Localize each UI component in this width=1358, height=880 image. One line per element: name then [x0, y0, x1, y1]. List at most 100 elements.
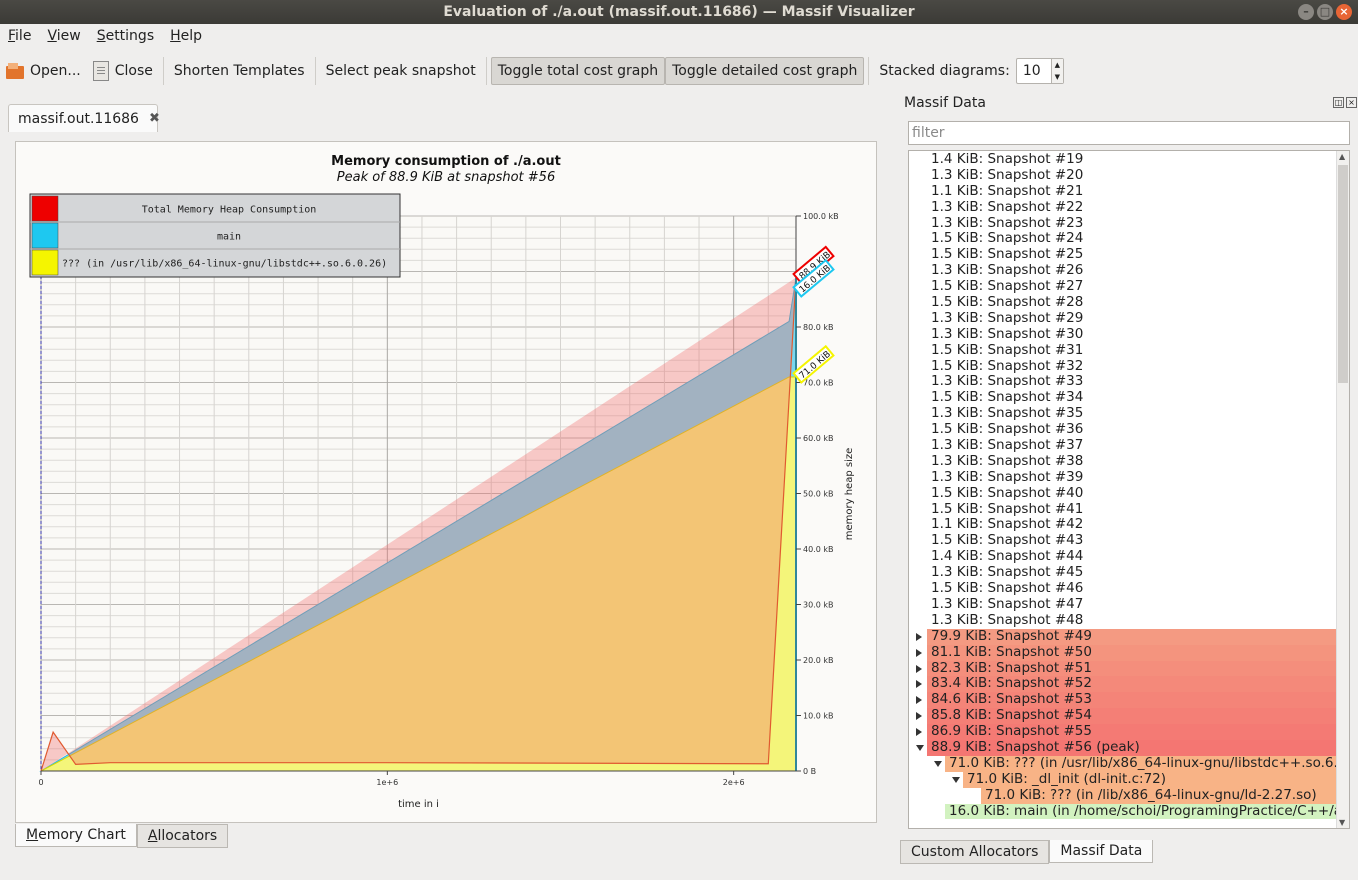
tree-row[interactable]: 1.3 KiB: Snapshot #39 — [909, 470, 1337, 486]
tree-row[interactable]: 1.3 KiB: Snapshot #38 — [909, 454, 1337, 470]
legend-label: ??? (in /usr/lib/x86_64-linux-gnu/libstd… — [62, 259, 387, 270]
tree-row[interactable]: 71.0 KiB: _dl_init (dl-init.c:72) — [909, 771, 1337, 788]
tab-allocators[interactable]: Allocators — [136, 824, 229, 848]
tree-row[interactable]: 1.4 KiB: Snapshot #44 — [909, 549, 1337, 565]
stacked-diagrams-value[interactable]: 10 — [1017, 63, 1051, 79]
tree-row[interactable]: 1.5 KiB: Snapshot #24 — [909, 231, 1337, 247]
maximize-icon[interactable]: □ — [1317, 4, 1333, 20]
tree-row[interactable]: 1.5 KiB: Snapshot #27 — [909, 279, 1337, 295]
tree-row-label: 16.0 KiB: main (in /home/schoi/Programin… — [949, 803, 1337, 819]
tree-row[interactable]: 1.3 KiB: Snapshot #30 — [909, 327, 1337, 343]
legend-swatch — [31, 222, 59, 249]
tree-row[interactable]: 1.5 KiB: Snapshot #25 — [909, 247, 1337, 263]
tree-row[interactable]: 1.3 KiB: Snapshot #35 — [909, 406, 1337, 422]
spinbox-arrows[interactable]: ▲ ▼ — [1050, 59, 1063, 83]
y-axis-label: memory heap size — [844, 448, 855, 541]
tree-row[interactable]: 88.9 KiB: Snapshot #56 (peak) — [909, 739, 1337, 756]
tree-row[interactable]: 16.0 KiB: main (in /home/schoi/Programin… — [909, 803, 1337, 820]
tree-scrollbar[interactable]: ▲ ▼ — [1336, 151, 1349, 828]
expand-right-icon[interactable] — [916, 648, 922, 657]
tab-memory-chart[interactable]: Memory Chart — [15, 824, 137, 847]
tree-row[interactable]: 71.0 KiB: ??? (in /usr/lib/x86_64-linux-… — [909, 755, 1337, 772]
stacked-diagrams-spinbox[interactable]: 10 ▲ ▼ — [1015, 58, 1064, 84]
expand-right-icon[interactable] — [916, 664, 922, 673]
dock-close-icon[interactable]: × — [1346, 97, 1357, 108]
tree-row-label: 1.3 KiB: Snapshot #29 — [931, 310, 1084, 326]
tree-row[interactable]: 1.5 KiB: Snapshot #28 — [909, 295, 1337, 311]
dock-float-icon[interactable]: ◫ — [1333, 97, 1344, 108]
menu-help[interactable]: Help — [162, 28, 210, 44]
tree-row[interactable]: 1.3 KiB: Snapshot #33 — [909, 374, 1337, 390]
menu-view[interactable]: View — [39, 28, 88, 44]
shorten-templates-button[interactable]: Shorten Templates — [168, 58, 311, 84]
tree-row[interactable]: 1.3 KiB: Snapshot #26 — [909, 263, 1337, 279]
expand-right-icon[interactable] — [916, 680, 922, 689]
close-window-icon[interactable]: × — [1336, 4, 1352, 20]
expand-down-icon[interactable] — [916, 744, 924, 751]
legend-label: Total Memory Heap Consumption — [142, 205, 317, 216]
tab-massif-data[interactable]: Massif Data — [1049, 840, 1154, 863]
tab-custom-allocators[interactable]: Custom Allocators — [900, 840, 1050, 864]
expand-right-icon[interactable] — [916, 712, 922, 721]
tree-row[interactable]: 86.9 KiB: Snapshot #55 — [909, 724, 1337, 740]
expand-down-icon[interactable] — [934, 760, 942, 767]
x-tick-label: 1e+6 — [376, 778, 398, 787]
tree-row[interactable]: 79.9 KiB: Snapshot #49 — [909, 628, 1337, 645]
tree-row-label: 1.3 KiB: Snapshot #38 — [931, 453, 1084, 469]
tree-row[interactable]: 1.4 KiB: Snapshot #19 — [909, 152, 1337, 168]
scroll-up-icon[interactable]: ▲ — [1339, 152, 1345, 161]
filter-input[interactable] — [908, 121, 1350, 145]
tree-row-label: 1.3 KiB: Snapshot #22 — [931, 199, 1084, 215]
document-close-icon — [92, 61, 109, 81]
tree-row[interactable]: 84.6 KiB: Snapshot #53 — [909, 692, 1337, 709]
tree-row[interactable]: 1.5 KiB: Snapshot #46 — [909, 581, 1337, 597]
expand-down-icon[interactable] — [952, 776, 960, 783]
tree-row[interactable]: 1.3 KiB: Snapshot #45 — [909, 565, 1337, 581]
tree-row[interactable]: 1.5 KiB: Snapshot #31 — [909, 343, 1337, 359]
tree-row[interactable]: 83.4 KiB: Snapshot #52 — [909, 676, 1337, 693]
tree-row[interactable]: 1.3 KiB: Snapshot #47 — [909, 597, 1337, 613]
tree-row[interactable]: 1.5 KiB: Snapshot #41 — [909, 502, 1337, 518]
tree-row-label: 1.4 KiB: Snapshot #19 — [931, 152, 1084, 167]
tree-row[interactable]: 1.5 KiB: Snapshot #34 — [909, 390, 1337, 406]
tree-row[interactable]: 1.3 KiB: Snapshot #37 — [909, 438, 1337, 454]
open-button[interactable]: Open... — [0, 58, 87, 84]
toolbar-separator — [485, 57, 487, 85]
toggle-detailed-cost-button[interactable]: Toggle detailed cost graph — [665, 57, 865, 85]
tree-row[interactable]: 1.1 KiB: Snapshot #21 — [909, 184, 1337, 200]
tree-row[interactable]: 1.3 KiB: Snapshot #48 — [909, 613, 1337, 629]
menu-settings[interactable]: Settings — [89, 28, 162, 44]
tab-close-icon[interactable]: ✖ — [149, 111, 160, 126]
window-titlebar: Evaluation of ./a.out (massif.out.11686)… — [0, 0, 1358, 24]
select-peak-snapshot-button[interactable]: Select peak snapshot — [320, 58, 482, 84]
tree-row[interactable]: 1.5 KiB: Snapshot #36 — [909, 422, 1337, 438]
tree-row[interactable]: 1.3 KiB: Snapshot #29 — [909, 311, 1337, 327]
tree-row[interactable]: 82.3 KiB: Snapshot #51 — [909, 660, 1337, 677]
dock-controls: ◫ × — [1333, 97, 1357, 108]
close-button[interactable]: Close — [87, 58, 159, 84]
expand-right-icon[interactable] — [916, 632, 922, 641]
x-tick-label: 2e+6 — [723, 778, 745, 787]
tree-row[interactable]: 1.3 KiB: Snapshot #22 — [909, 200, 1337, 216]
tree-row[interactable]: 1.5 KiB: Snapshot #40 — [909, 486, 1337, 502]
toggle-total-cost-button[interactable]: Toggle total cost graph — [490, 57, 666, 85]
expand-right-icon[interactable] — [916, 696, 922, 705]
tree-row[interactable]: 85.8 KiB: Snapshot #54 — [909, 708, 1337, 725]
spin-down-icon[interactable]: ▼ — [1052, 71, 1063, 83]
y-tick-label: 0 B — [803, 767, 816, 776]
expand-right-icon[interactable] — [916, 728, 922, 737]
tree-row[interactable]: 1.5 KiB: Snapshot #43 — [909, 533, 1337, 549]
spin-up-icon[interactable]: ▲ — [1052, 59, 1063, 71]
massif-data-tree[interactable]: 1.4 KiB: Snapshot #19 1.3 KiB: Snapshot #… — [908, 150, 1350, 829]
tree-row[interactable]: 1.1 KiB: Snapshot #42 — [909, 517, 1337, 533]
tree-row[interactable]: 81.1 KiB: Snapshot #50 — [909, 644, 1337, 661]
tree-row[interactable]: 1.3 KiB: Snapshot #20 — [909, 168, 1337, 184]
scroll-down-icon[interactable]: ▼ — [1339, 818, 1345, 827]
scrollbar-thumb[interactable] — [1338, 165, 1348, 383]
tree-row[interactable]: 71.0 KiB: ??? (in /lib/x86_64-linux-gnu/… — [909, 787, 1337, 804]
minimize-icon[interactable]: – — [1298, 4, 1314, 20]
document-tab[interactable]: massif.out.11686 ✖ — [8, 104, 160, 132]
tree-row[interactable]: 1.3 KiB: Snapshot #23 — [909, 216, 1337, 232]
menu-file[interactable]: File — [0, 28, 39, 44]
tree-row[interactable]: 1.5 KiB: Snapshot #32 — [909, 359, 1337, 375]
